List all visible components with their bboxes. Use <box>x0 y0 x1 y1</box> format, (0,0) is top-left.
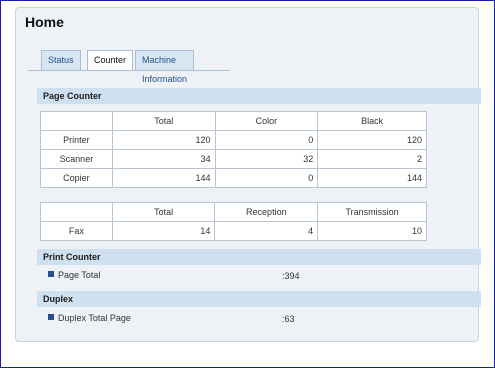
table-header-row: Total Reception Transmission <box>40 202 427 222</box>
table-header-cell: Black <box>317 111 427 131</box>
table-row: Printer 120 0 120 <box>40 130 427 150</box>
tab-counter[interactable]: Counter <box>87 50 134 71</box>
page-total-value: :394 <box>282 271 300 281</box>
cell-value: 10 <box>317 221 427 241</box>
page-total-row: Page Total <box>48 270 100 280</box>
page-counter-header: Page Counter <box>37 88 481 104</box>
bullet-square-icon <box>48 314 54 320</box>
tab-status[interactable]: Status <box>41 50 81 70</box>
page-total-label: Page Total <box>58 270 101 280</box>
cell-value: 120 <box>317 130 427 150</box>
row-label: Copier <box>40 168 113 188</box>
cell-value: 2 <box>317 149 427 169</box>
table-header-cell: Transmission <box>317 202 427 222</box>
table-header-cell: Total <box>111 202 216 222</box>
page-title: Home <box>25 14 64 30</box>
duplex-header: Duplex <box>37 291 481 307</box>
table-row: Copier 144 0 144 <box>40 168 427 188</box>
table-header-cell <box>40 202 113 222</box>
row-label: Fax <box>40 221 113 241</box>
print-counter-header: Print Counter <box>37 249 481 265</box>
cell-value: 144 <box>111 168 216 188</box>
tab-divider <box>28 70 230 71</box>
table-header-cell <box>40 111 113 131</box>
table-header-row: Total Color Black <box>40 111 427 131</box>
table-row: Scanner 34 32 2 <box>40 149 427 169</box>
cell-value: 4 <box>214 221 319 241</box>
page-counter-table: Total Color Black Printer 120 0 120 Scan… <box>40 111 427 188</box>
cell-value: 32 <box>214 149 319 169</box>
duplex-total-row: Duplex Total Page <box>48 313 131 323</box>
cell-value: 0 <box>214 130 319 150</box>
row-label: Scanner <box>40 149 113 169</box>
tab-machine-information[interactable]: Machine Information <box>135 50 195 84</box>
cell-value: 144 <box>317 168 427 188</box>
table-header-cell: Color <box>214 111 319 131</box>
cell-value: 120 <box>111 130 216 150</box>
table-header-cell: Total <box>111 111 216 131</box>
table-row: Fax 14 4 10 <box>40 221 427 241</box>
cell-value: 14 <box>111 221 216 241</box>
bullet-square-icon <box>48 271 54 277</box>
duplex-total-value: :63 <box>282 314 295 324</box>
cell-value: 0 <box>214 168 319 188</box>
fax-counter-table: Total Reception Transmission Fax 14 4 10 <box>40 202 427 241</box>
cell-value: 34 <box>111 149 216 169</box>
table-header-cell: Reception <box>214 202 319 222</box>
row-label: Printer <box>40 130 113 150</box>
duplex-total-label: Duplex Total Page <box>58 313 131 323</box>
